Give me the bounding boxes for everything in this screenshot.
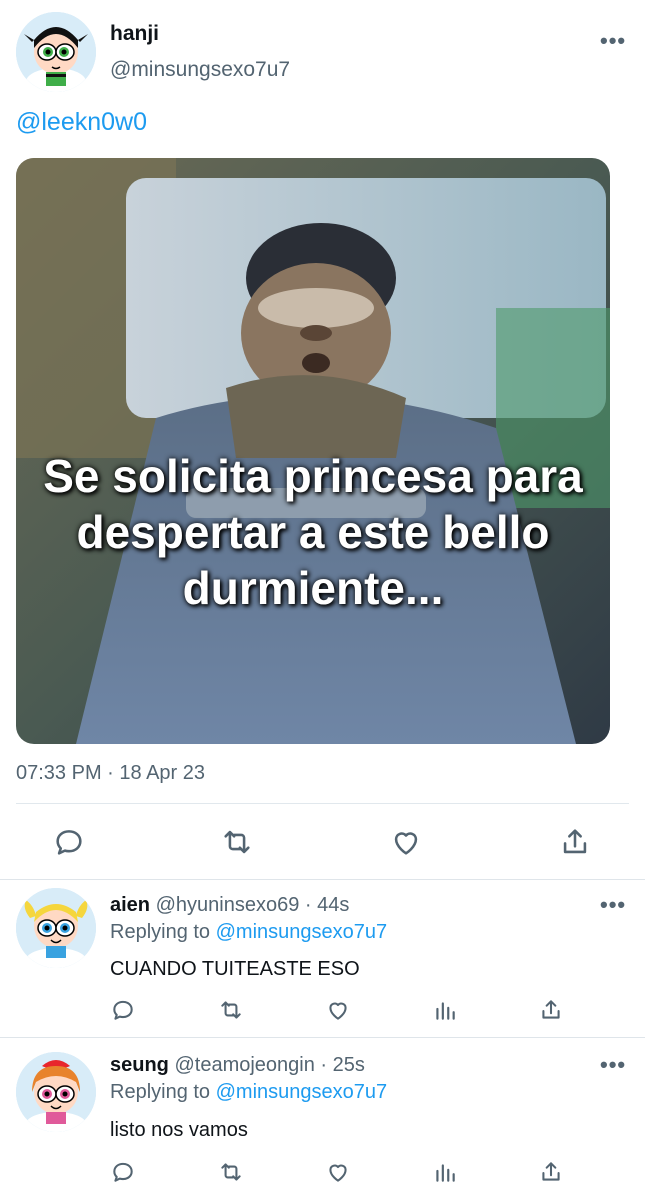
reply-time: · 25s: [320, 1054, 365, 1076]
reply-text: CUANDO TUITEASTE ESO: [110, 958, 360, 980]
retweet-icon[interactable]: [220, 825, 254, 859]
handle[interactable]: @hyuninsexo69: [156, 894, 300, 916]
display-name[interactable]: seung: [110, 1054, 169, 1076]
reply-time: · 44s: [304, 894, 350, 916]
views-icon[interactable]: [432, 1159, 458, 1185]
buttercup-avatar-icon: [16, 12, 96, 92]
replying-to-line: Replying to @minsungsexo7u7: [110, 1081, 387, 1104]
replying-mention[interactable]: @minsungsexo7u7: [216, 921, 388, 943]
blossom-avatar-icon: [16, 1052, 96, 1132]
retweet-icon[interactable]: [218, 997, 244, 1023]
divider: [16, 803, 629, 804]
share-icon[interactable]: [538, 1159, 564, 1185]
tweet-timestamp[interactable]: 07:33 PM · 18 Apr 23: [16, 762, 205, 785]
share-icon[interactable]: [558, 825, 592, 859]
more-options-icon[interactable]: •••: [600, 28, 626, 54]
more-options-icon[interactable]: •••: [600, 1052, 626, 1078]
avatar[interactable]: [16, 12, 96, 92]
display-name[interactable]: aien: [110, 894, 150, 916]
reply-header: seung @teamojeongin · 25s: [110, 1054, 365, 1077]
reply-icon[interactable]: [110, 1159, 136, 1185]
share-icon[interactable]: [538, 997, 564, 1023]
retweet-icon[interactable]: [218, 1159, 244, 1185]
handle[interactable]: @teamojeongin: [174, 1054, 314, 1076]
reply-header: aien @hyuninsexo69 · 44s: [110, 894, 349, 917]
views-icon[interactable]: [432, 997, 458, 1023]
replying-label: Replying to: [110, 921, 211, 943]
avatar[interactable]: [16, 1052, 96, 1132]
reply-icon[interactable]: [52, 825, 86, 859]
like-icon[interactable]: [325, 997, 351, 1023]
main-tweet: hanji @minsungsexo7u7 ••• @leekn0w0 Se s…: [0, 0, 645, 880]
bubbles-avatar-icon: [16, 888, 96, 968]
like-icon[interactable]: [325, 1159, 351, 1185]
display-name[interactable]: hanji: [110, 22, 159, 46]
reply-text: listo nos vamos: [110, 1119, 248, 1141]
like-icon[interactable]: [389, 825, 423, 859]
handle[interactable]: @minsungsexo7u7: [110, 58, 290, 82]
replying-to-line: Replying to @minsungsexo7u7: [110, 921, 387, 944]
reply-icon[interactable]: [110, 997, 136, 1023]
reply-tweet: aien @hyuninsexo69 · 44s ••• Replying to…: [0, 880, 645, 1036]
tweet-mention[interactable]: @leekn0w0: [16, 108, 147, 137]
reply-tweet: seung @teamojeongin · 25s ••• Replying t…: [0, 1038, 645, 1200]
more-options-icon[interactable]: •••: [600, 892, 626, 918]
tweet-image[interactable]: Se solicita princesa para despertar a es…: [16, 158, 610, 744]
avatar[interactable]: [16, 888, 96, 968]
replying-mention[interactable]: @minsungsexo7u7: [216, 1081, 388, 1103]
replying-label: Replying to: [110, 1081, 211, 1103]
image-caption: Se solicita princesa para despertar a es…: [43, 450, 583, 614]
